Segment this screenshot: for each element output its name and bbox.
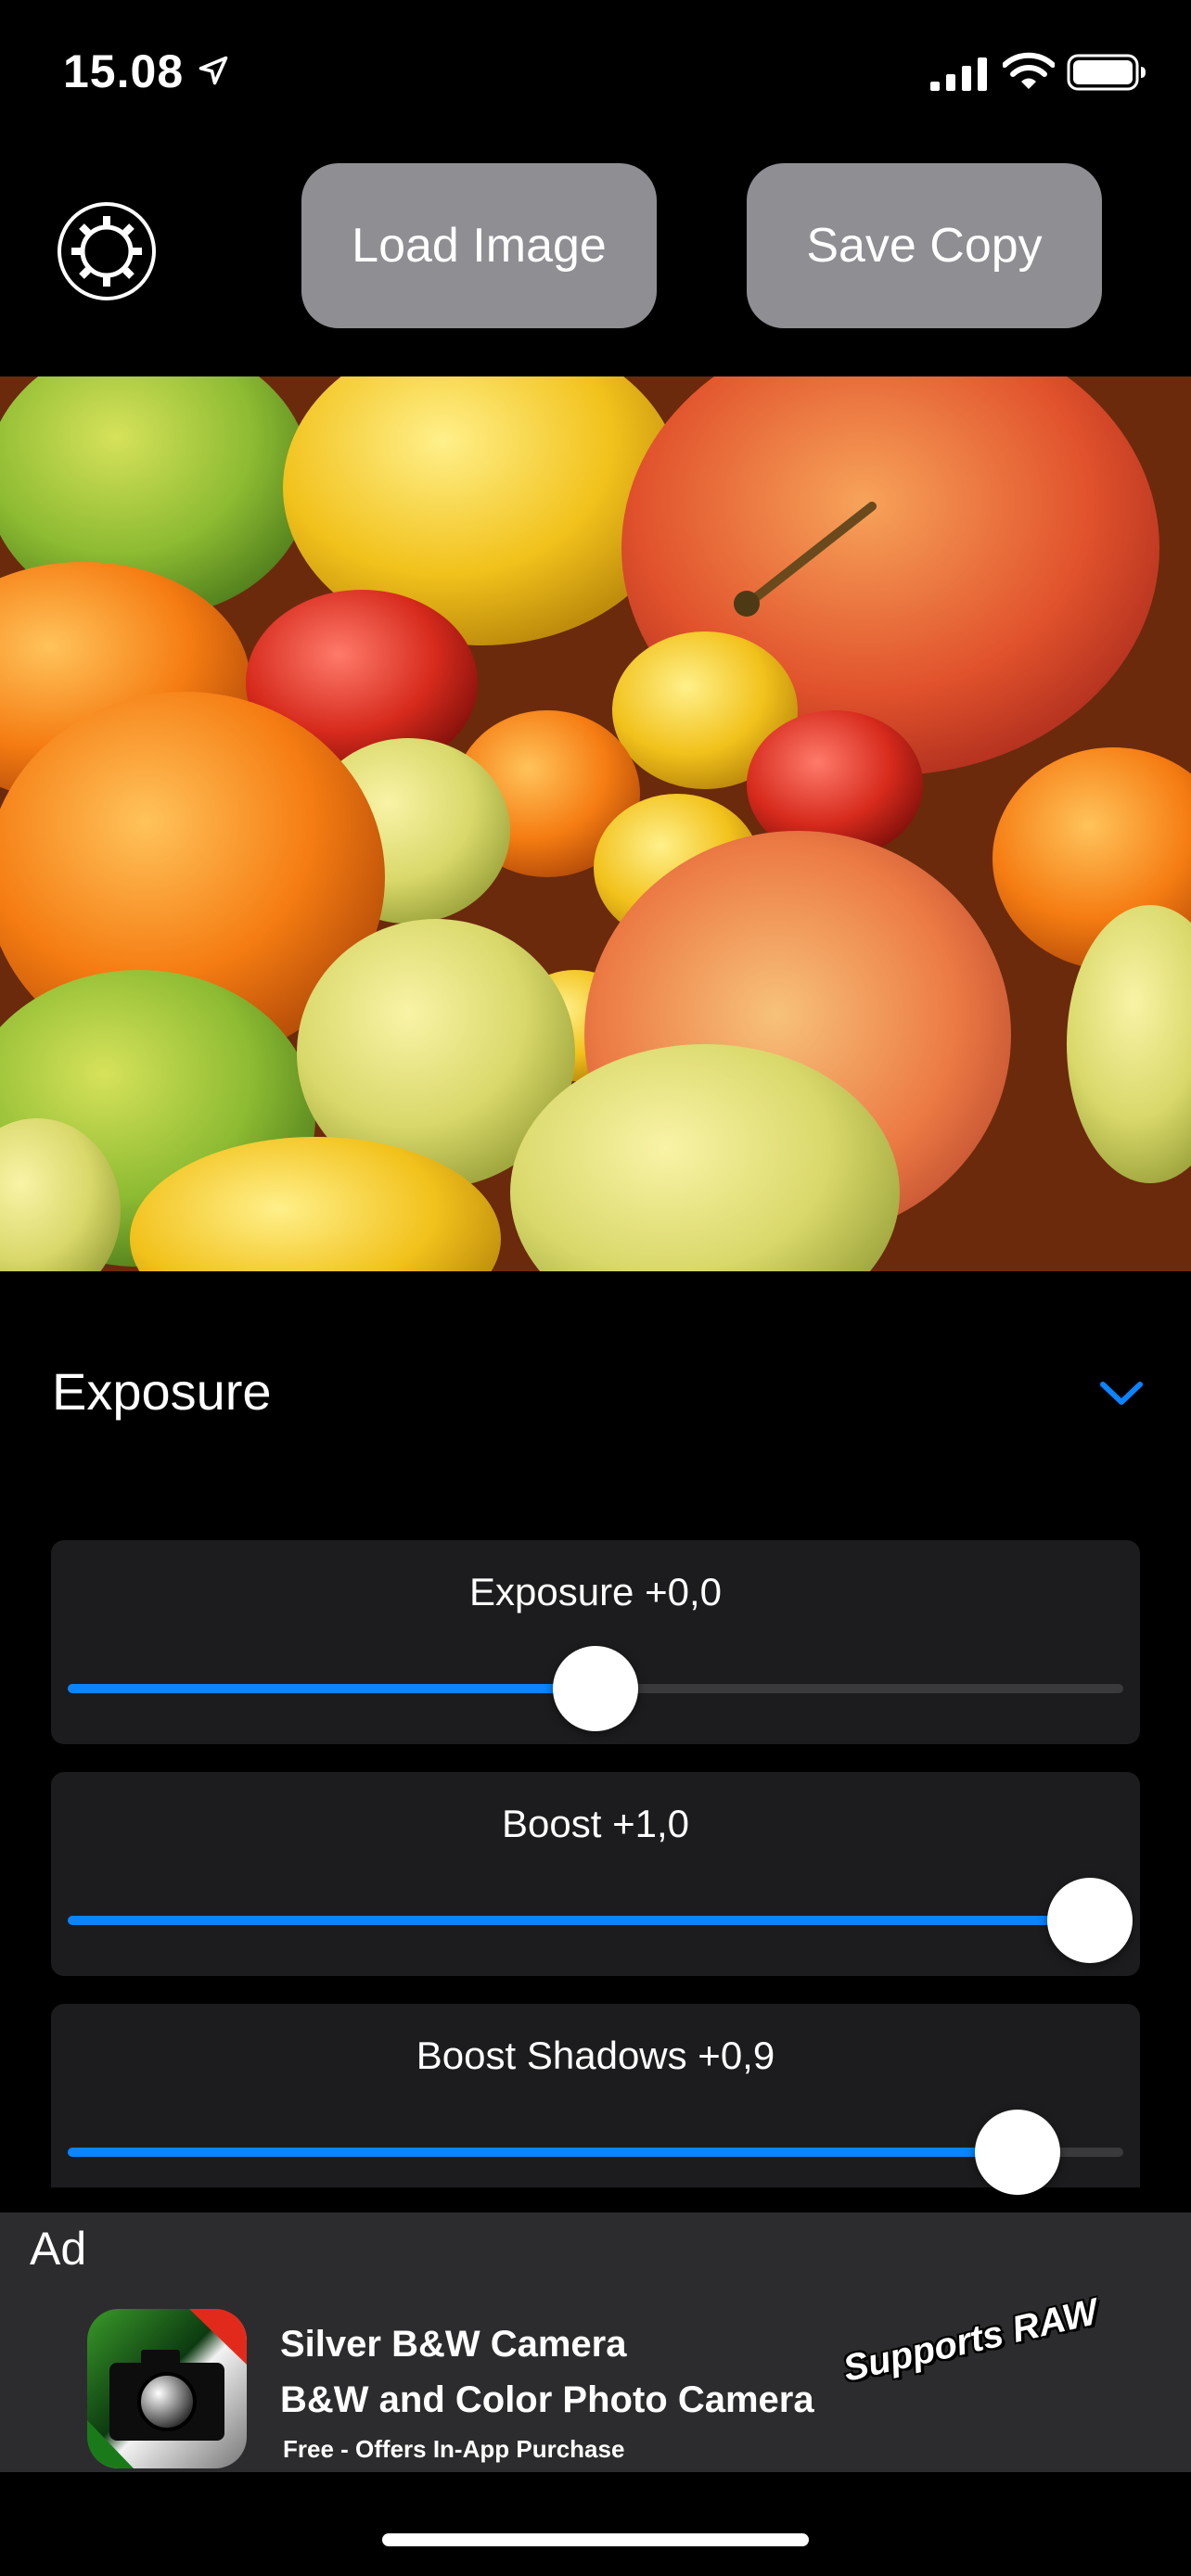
slider-fill (68, 2148, 1018, 2157)
load-image-button[interactable]: Load Image (301, 163, 657, 328)
location-arrow-icon (198, 56, 228, 85)
slider-label: Boost +1,0 (502, 1802, 689, 1845)
slider-thumb[interactable] (1047, 1878, 1133, 1963)
camera-app-icon[interactable] (87, 2309, 247, 2468)
slider-fill (68, 1916, 1123, 1925)
slider-card-exposure: Exposure +0,0 (51, 1540, 1140, 1744)
section-title[interactable]: Exposure (52, 1361, 272, 1422)
slider-label: Boost Shadows +0,9 (416, 2034, 775, 2077)
home-indicator[interactable] (382, 2533, 809, 2546)
battery-icon (1067, 54, 1146, 91)
slider-track[interactable] (68, 1916, 1123, 1925)
ad-subtitle: B&W and Color Photo Camera (280, 2379, 814, 2420)
ad-label: Ad (30, 2223, 87, 2275)
slider-thumb[interactable] (553, 1646, 638, 1731)
chevron-down-icon[interactable] (1097, 1377, 1146, 1409)
status-time: 15.08 (63, 45, 185, 97)
slider-thumb[interactable] (975, 2110, 1061, 2195)
slider-card-boost: Boost +1,0 (51, 1772, 1140, 1976)
status-bar: 15.08 (0, 0, 1191, 139)
ad-badge: Supports RAW (839, 2291, 1102, 2390)
photo-preview (0, 376, 1191, 1271)
ad-banner[interactable]: Ad Silver B&W Camera B&W and Color Photo… (0, 2213, 1191, 2472)
save-copy-button[interactable]: Save Copy (747, 163, 1102, 328)
ad-note: Free - Offers In-App Purchase (283, 2435, 625, 2463)
slider-fill (68, 1684, 596, 1693)
slider-label: Exposure +0,0 (468, 1570, 722, 1613)
gear-icon[interactable] (56, 200, 158, 302)
wifi-icon (1003, 52, 1055, 89)
ad-title: Silver B&W Camera (280, 2324, 627, 2365)
cellular-signal-icon (930, 57, 987, 91)
slider-track[interactable] (68, 2148, 1123, 2157)
slider-card-boost-shadows: Boost Shadows +0,9 (51, 2004, 1140, 2195)
